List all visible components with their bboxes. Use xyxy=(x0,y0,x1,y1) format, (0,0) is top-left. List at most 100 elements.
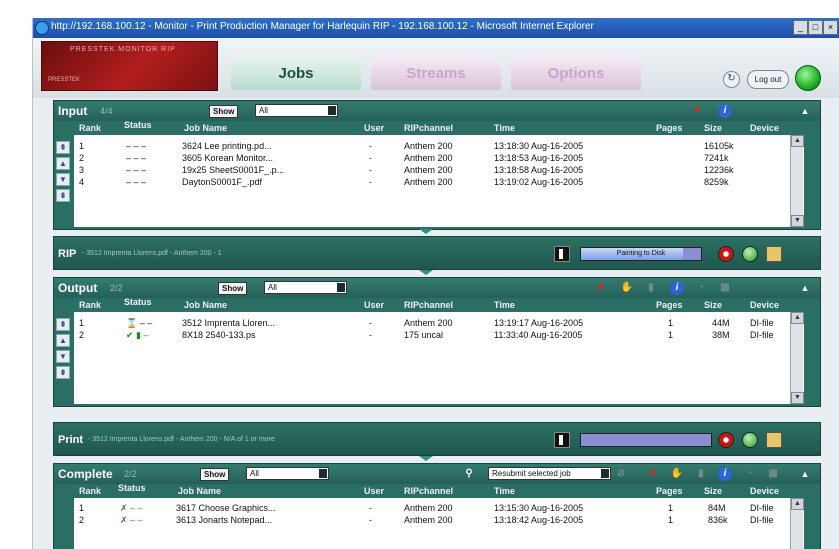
scroll-up-icon[interactable]: ▲ xyxy=(791,498,804,510)
input-filter-select[interactable]: All xyxy=(255,104,338,117)
col-rank[interactable]: Rank xyxy=(79,123,101,133)
col-size[interactable]: Size xyxy=(704,486,722,496)
table-row[interactable]: 1 – – – 3624 Lee printing.pd... - Anthem… xyxy=(74,140,804,152)
output-scrollbar[interactable]: ▲ ▼ xyxy=(790,312,804,404)
close-button[interactable]: × xyxy=(823,20,838,35)
info-icon[interactable]: i xyxy=(718,104,732,118)
cell-size: 7241k xyxy=(704,153,729,163)
move-down-icon[interactable]: ▼ xyxy=(56,350,70,363)
scroll-down-icon[interactable]: ▼ xyxy=(791,215,804,227)
move-up-icon[interactable]: ▲ xyxy=(56,334,70,347)
col-jobname[interactable]: Job Name xyxy=(184,123,227,133)
window-title: http://192.168.100.12 - Monitor - Print … xyxy=(51,21,594,32)
output-filter-select[interactable]: All xyxy=(264,281,347,294)
col-ripchannel[interactable]: RIPchannel xyxy=(404,123,453,133)
logout-button[interactable]: Log out xyxy=(747,70,789,89)
col-time[interactable]: Time xyxy=(494,300,515,310)
stop-icon[interactable] xyxy=(718,432,734,448)
cell-jobname: 3512 Imprenta Lloren... xyxy=(182,318,276,328)
col-time[interactable]: Time xyxy=(494,123,515,133)
preview-icon[interactable] xyxy=(766,432,782,448)
col-size[interactable]: Size xyxy=(704,123,722,133)
table-row[interactable]: 2 ✔ ▮ – 8X18 2540-133.ps - 175 uncal 11:… xyxy=(74,329,804,341)
delete-icon[interactable]: ✕ xyxy=(646,467,660,481)
thumbnail-icon[interactable]: ▦ xyxy=(766,467,780,481)
col-user[interactable]: User xyxy=(364,300,384,310)
tab-jobs[interactable]: Jobs xyxy=(231,55,361,90)
move-bottom-icon[interactable]: ⇟ xyxy=(56,366,70,379)
cell-channel: Anthem 200 xyxy=(404,318,453,328)
col-status[interactable]: Status xyxy=(118,483,146,493)
col-status[interactable]: Status xyxy=(124,120,152,130)
maximize-button[interactable]: □ xyxy=(808,20,823,35)
collapse-icon[interactable]: ▲ xyxy=(798,104,812,118)
input-show-button[interactable]: Show xyxy=(209,105,239,118)
scroll-up-icon[interactable]: ▲ xyxy=(791,312,804,324)
search-icon[interactable]: ⚲ xyxy=(462,467,476,481)
col-pages[interactable]: Pages xyxy=(656,123,683,133)
view-icon[interactable]: ◔ xyxy=(694,281,708,295)
delete-icon[interactable]: ✕ xyxy=(594,281,608,295)
scroll-down-icon[interactable]: ▼ xyxy=(791,392,804,404)
move-up-icon[interactable]: ▲ xyxy=(56,157,70,170)
output-show-button[interactable]: Show xyxy=(218,282,248,295)
flow-arrow-icon xyxy=(419,229,433,234)
go-icon[interactable] xyxy=(742,432,758,448)
refresh-icon[interactable]: ↻ xyxy=(723,71,740,88)
collapse-icon[interactable]: ▲ xyxy=(798,467,812,481)
col-size[interactable]: Size xyxy=(704,300,722,310)
table-row[interactable]: 1 ⌛ – – 3512 Imprenta Lloren... - Anthem… xyxy=(74,317,804,329)
pause-icon[interactable] xyxy=(554,246,570,262)
move-bottom-icon[interactable]: ⇟ xyxy=(56,189,70,202)
move-top-icon[interactable]: ⇞ xyxy=(56,318,70,331)
col-ripchannel[interactable]: RIPchannel xyxy=(404,486,453,496)
lock-icon[interactable]: ▮ xyxy=(694,467,708,481)
preview-icon[interactable] xyxy=(766,246,782,262)
go-icon[interactable] xyxy=(742,246,758,262)
resubmit-icon[interactable]: ⊘ xyxy=(614,467,628,481)
complete-scrollbar[interactable]: ▲ xyxy=(790,498,804,549)
cell-rank: 2 xyxy=(79,153,85,163)
scroll-up-icon[interactable]: ▲ xyxy=(791,135,804,147)
table-row[interactable]: 2 – – – 3605 Korean Monitor... - Anthem … xyxy=(74,152,804,164)
info-icon[interactable]: i xyxy=(718,467,732,481)
move-top-icon[interactable]: ⇞ xyxy=(56,141,70,154)
collapse-icon[interactable]: ▲ xyxy=(798,281,812,295)
table-row[interactable]: 1 ✗ – – 3617 Choose Graphics... - Anthem… xyxy=(74,502,804,514)
tab-streams[interactable]: Streams xyxy=(371,55,501,90)
complete-filter-select[interactable]: All xyxy=(246,467,329,480)
input-scrollbar[interactable]: ▲ ▼ xyxy=(790,135,804,227)
col-time[interactable]: Time xyxy=(494,486,515,496)
col-jobname[interactable]: Job Name xyxy=(184,300,227,310)
col-device[interactable]: Device xyxy=(750,300,779,310)
hand-icon[interactable]: ✋ xyxy=(670,467,684,481)
minimize-button[interactable]: _ xyxy=(793,20,808,35)
col-rank[interactable]: Rank xyxy=(79,300,101,310)
col-device[interactable]: Device xyxy=(750,123,779,133)
col-pages[interactable]: Pages xyxy=(656,300,683,310)
input-count: 4/4 xyxy=(100,106,113,116)
col-status[interactable]: Status xyxy=(124,297,152,307)
stop-icon[interactable] xyxy=(718,246,734,262)
info-icon[interactable]: i xyxy=(670,281,684,295)
col-user[interactable]: User xyxy=(364,486,384,496)
col-rank[interactable]: Rank xyxy=(79,486,101,496)
col-pages[interactable]: Pages xyxy=(656,486,683,496)
table-row[interactable]: 3 – – – 19x25 SheetS0001F_.p... - Anthem… xyxy=(74,164,804,176)
view-icon[interactable]: ◔ xyxy=(742,467,756,481)
col-device[interactable]: Device xyxy=(750,486,779,496)
col-user[interactable]: User xyxy=(364,123,384,133)
pause-icon[interactable] xyxy=(554,432,570,448)
resubmit-select[interactable]: Resubmit selected job xyxy=(488,467,611,480)
thumbnail-icon[interactable]: ▦ xyxy=(718,281,732,295)
table-row[interactable]: 4 – – – DaytonS0001F_.pdf - Anthem 200 1… xyxy=(74,176,804,188)
col-ripchannel[interactable]: RIPchannel xyxy=(404,300,453,310)
hand-icon[interactable]: ✋ xyxy=(620,281,634,295)
col-jobname[interactable]: Job Name xyxy=(178,486,221,496)
move-down-icon[interactable]: ▼ xyxy=(56,173,70,186)
complete-show-button[interactable]: Show xyxy=(200,468,230,481)
lock-icon[interactable]: ▮ xyxy=(644,281,658,295)
tab-options[interactable]: Options xyxy=(511,55,641,90)
delete-icon[interactable]: ✕ xyxy=(690,104,704,118)
table-row[interactable]: 2 ✗ – – 3613 Jonarts Notepad... - Anthem… xyxy=(74,514,804,526)
